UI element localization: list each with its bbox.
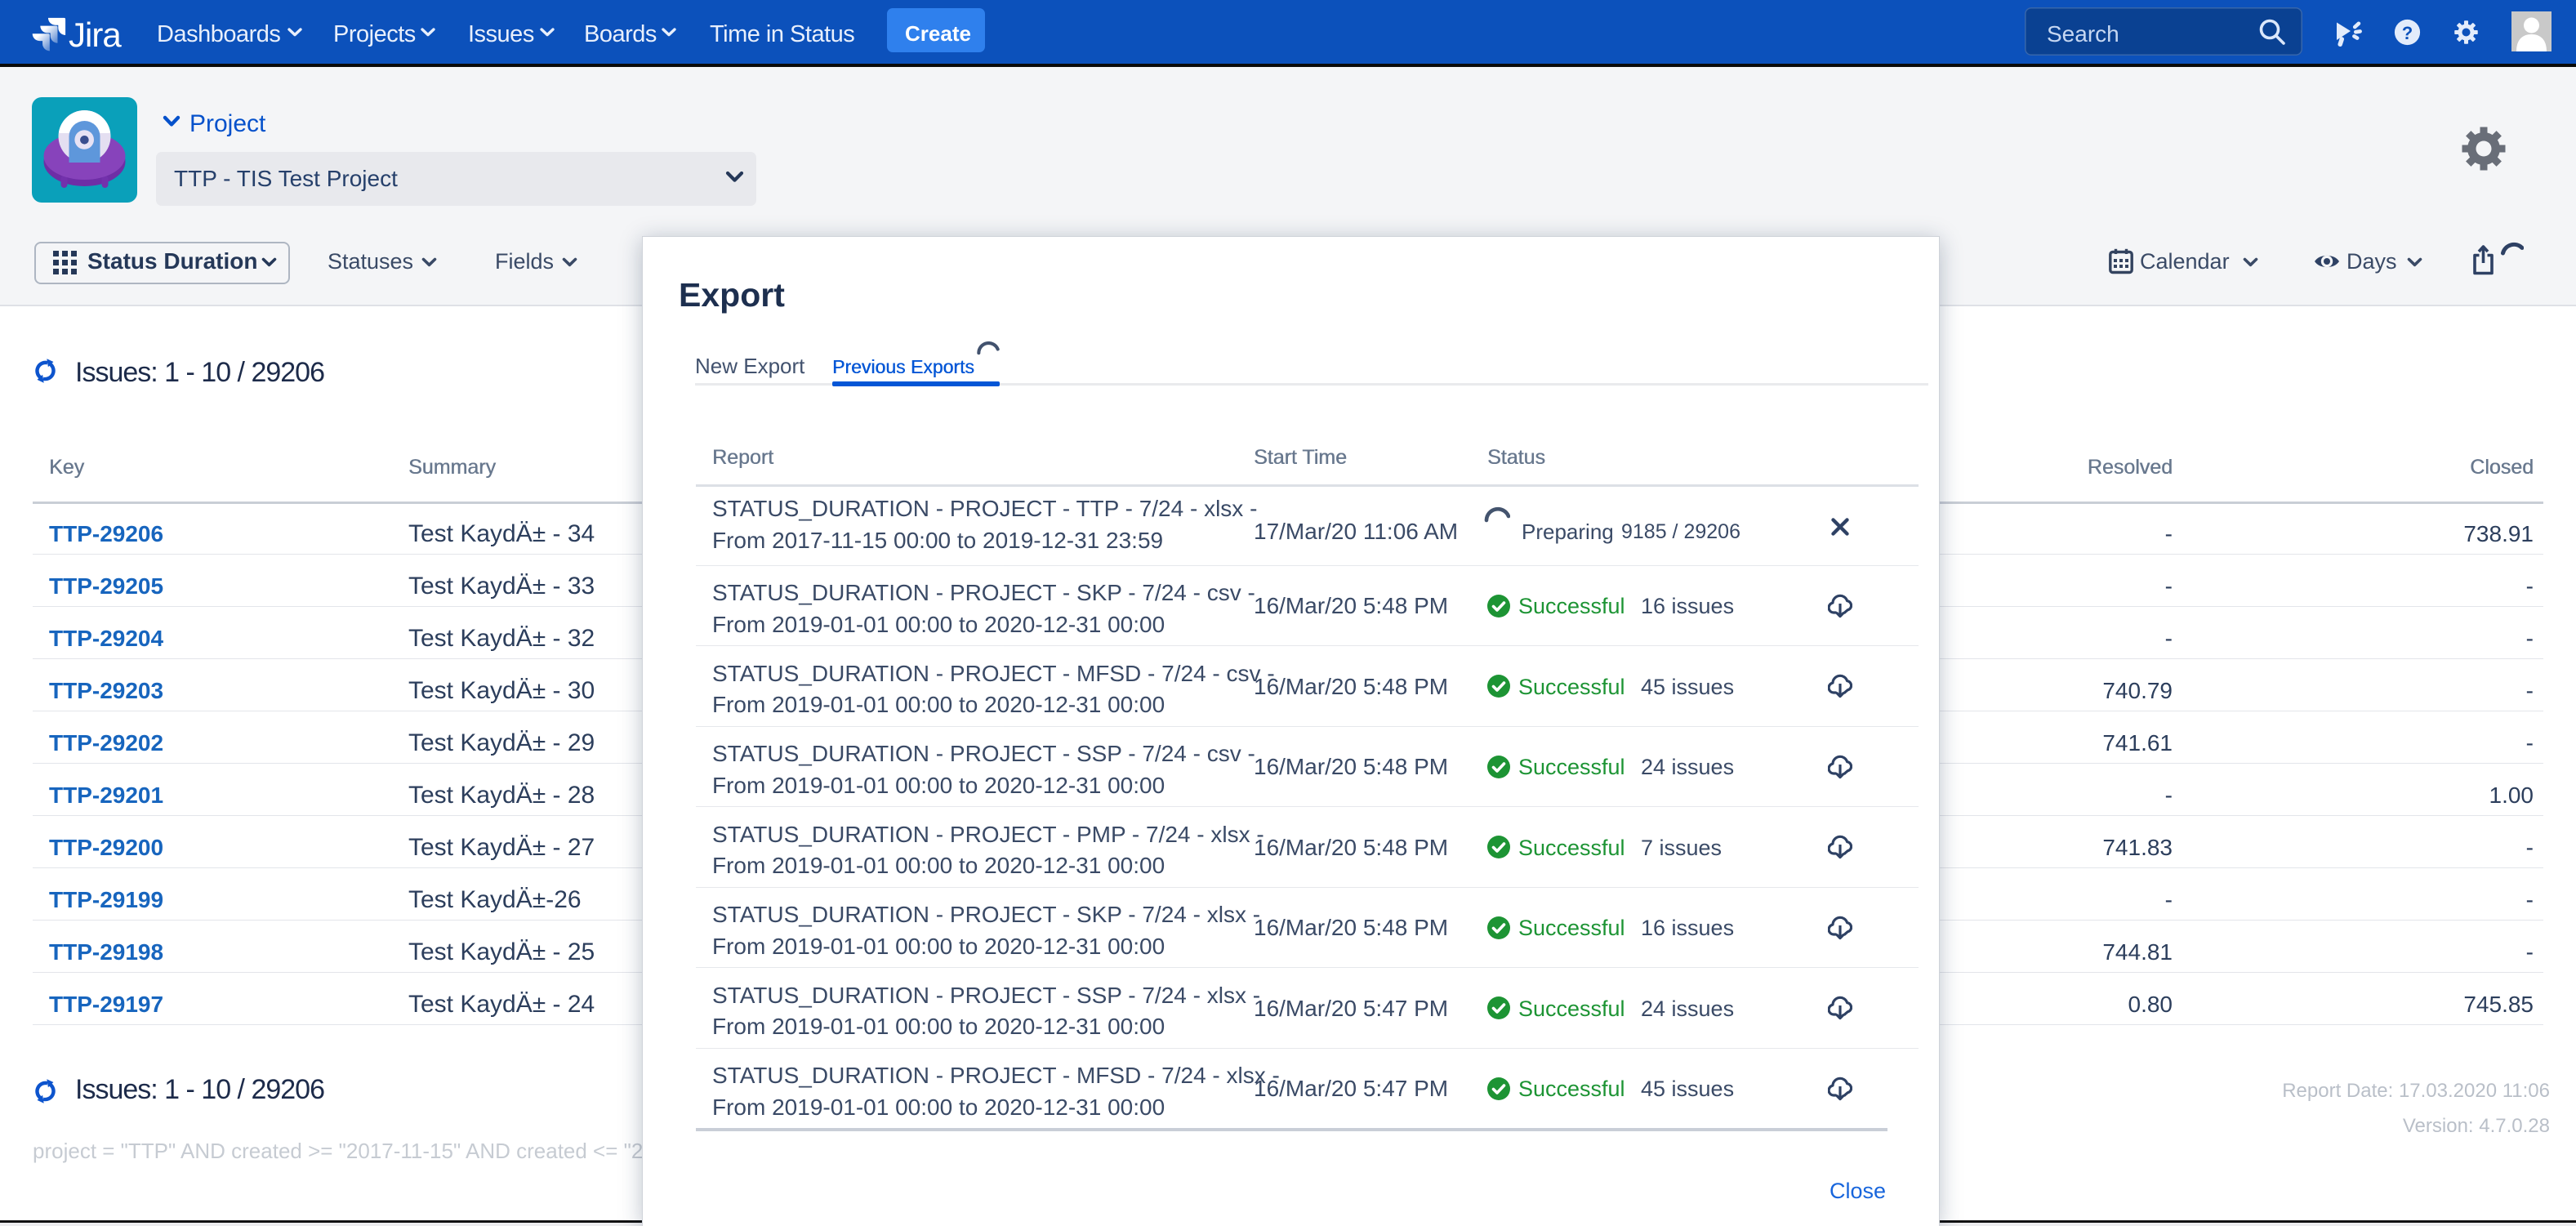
- svg-text:?: ?: [2402, 23, 2413, 43]
